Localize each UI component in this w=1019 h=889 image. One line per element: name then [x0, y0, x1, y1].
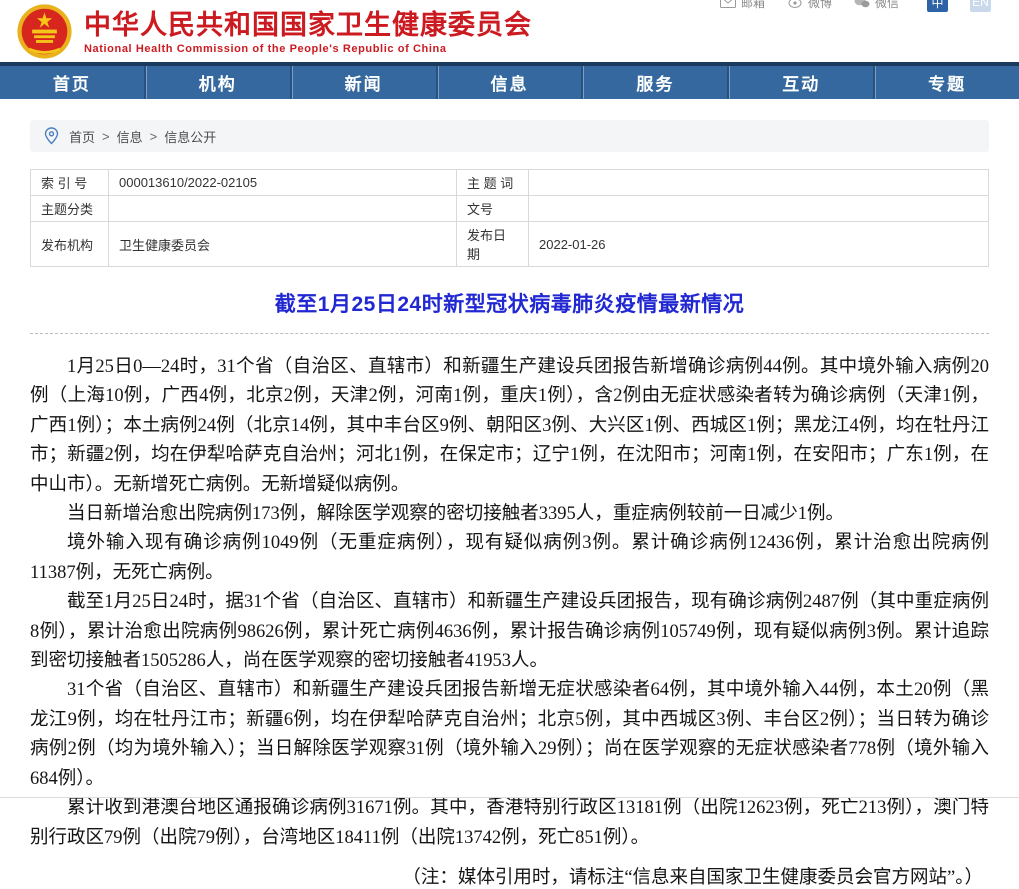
site-title: 中华人民共和国国家卫生健康委员会 — [84, 10, 532, 40]
nav-item-home[interactable]: 首页 — [0, 66, 144, 99]
meta-label-index-no: 索 引 号 — [31, 170, 109, 196]
article-paragraph: 1月25日0—24时，31个省（自治区、直辖市）和新疆生产建设兵团报告新增确诊病… — [30, 353, 989, 500]
bottom-divider — [0, 797, 1019, 798]
china-national-emblem-icon — [16, 3, 73, 60]
dashed-divider — [30, 333, 989, 334]
mail-label: 邮箱 — [741, 0, 765, 11]
document-meta-table: 索 引 号 000013610/2022-02105 主 题 词 主题分类 文号… — [30, 169, 989, 267]
breadcrumb-info[interactable]: 信息 — [117, 127, 143, 146]
wechat-label: 微信 — [875, 0, 899, 11]
location-pin-icon — [44, 127, 59, 145]
nav-item-service[interactable]: 服务 — [581, 66, 727, 99]
article-paragraph: 31个省（自治区、直辖市）和新疆生产建设兵团报告新增无症状感染者64例，其中境外… — [30, 676, 989, 794]
wechat-icon — [854, 0, 870, 8]
site-brand[interactable]: 中华人民共和国国家卫生健康委员会 National Health Commiss… — [16, 3, 532, 60]
weibo-label: 微博 — [808, 0, 832, 11]
meta-label-publisher: 发布机构 — [31, 222, 109, 267]
breadcrumb-info-disclosure[interactable]: 信息公开 — [164, 127, 216, 146]
meta-label-category: 主题分类 — [31, 196, 109, 222]
meta-value-category — [109, 196, 457, 222]
meta-label-subject-word: 主 题 词 — [457, 170, 529, 196]
brand-text: 中华人民共和国国家卫生健康委员会 National Health Commiss… — [84, 8, 532, 55]
meta-label-doc-no: 文号 — [457, 196, 529, 222]
citation-note: （注：媒体引用时，请标注“信息来自国家卫生健康委员会官方网站”。） — [30, 863, 989, 889]
breadcrumb-separator: > — [150, 129, 158, 144]
meta-value-index-no: 000013610/2022-02105 — [109, 170, 457, 196]
lang-zh-button[interactable]: 中 — [927, 0, 948, 12]
breadcrumb: 首页 > 信息 > 信息公开 — [30, 120, 989, 152]
main-nav: 首页 机构 新闻 信息 服务 互动 专题 — [0, 62, 1019, 99]
lang-en-button[interactable]: EN — [970, 0, 991, 12]
article-body: 1月25日0—24时，31个省（自治区、直辖市）和新疆生产建设兵团报告新增确诊病… — [30, 353, 989, 853]
article-title: 截至1月25日24时新型冠状病毒肺炎疫情最新情况 — [30, 288, 989, 318]
wechat-link[interactable]: 微信 — [854, 0, 899, 11]
breadcrumb-home[interactable]: 首页 — [69, 127, 95, 146]
breadcrumb-separator: > — [102, 129, 110, 144]
meta-label-publish-date: 发布日期 — [457, 222, 529, 267]
page-content: 首页 > 信息 > 信息公开 索 引 号 000013610/2022-0210… — [0, 120, 1019, 889]
table-row: 主题分类 文号 — [31, 196, 989, 222]
weibo-icon — [787, 0, 803, 8]
article-paragraph: 境外输入现有确诊病例1049例（无重症病例），现有疑似病例3例。累计确诊病例12… — [30, 529, 989, 588]
header-quick-links: 邮箱 微博 微信 中 EN — [720, 0, 991, 13]
article-paragraph: 累计收到港澳台地区通报确诊病例31671例。其中，香港特别行政区13181例（出… — [30, 794, 989, 853]
table-row: 索 引 号 000013610/2022-02105 主 题 词 — [31, 170, 989, 196]
meta-value-publish-date: 2022-01-26 — [529, 222, 989, 267]
mail-link[interactable]: 邮箱 — [720, 0, 765, 11]
nav-item-org[interactable]: 机构 — [144, 66, 290, 99]
nav-item-topics[interactable]: 专题 — [873, 66, 1019, 99]
site-subtitle: National Health Commission of the People… — [84, 43, 532, 55]
weibo-link[interactable]: 微博 — [787, 0, 832, 11]
nav-item-interact[interactable]: 互动 — [727, 66, 873, 99]
article-paragraph: 当日新增治愈出院病例173例，解除医学观察的密切接触者3395人，重症病例较前一… — [30, 500, 989, 529]
article-paragraph: 截至1月25日24时，据31个省（自治区、直辖市）和新疆生产建设兵团报告，现有确… — [30, 588, 989, 676]
meta-value-subject-word — [529, 170, 989, 196]
mail-icon — [720, 0, 736, 8]
meta-value-doc-no — [529, 196, 989, 222]
meta-value-publisher: 卫生健康委员会 — [109, 222, 457, 267]
table-row: 发布机构 卫生健康委员会 发布日期 2022-01-26 — [31, 222, 989, 267]
nav-item-info[interactable]: 信息 — [436, 66, 582, 99]
nav-item-news[interactable]: 新闻 — [290, 66, 436, 99]
site-header: 中华人民共和国国家卫生健康委员会 National Health Commiss… — [0, 0, 1019, 62]
